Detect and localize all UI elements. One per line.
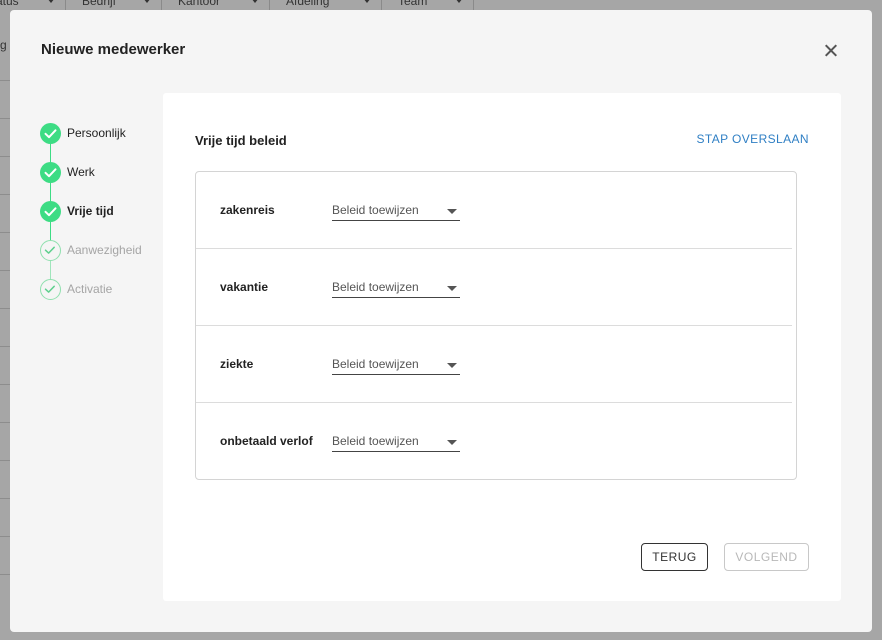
section-title: Vrije tijd beleid — [195, 133, 287, 148]
dropdown-arrow-icon — [447, 286, 457, 291]
bg-column-label: Afdeling — [286, 0, 330, 8]
check-circle-icon — [40, 162, 61, 183]
bg-row-divider — [0, 308, 10, 309]
step-label: Activatie — [67, 282, 113, 296]
dropdown-arrow-icon — [447, 440, 457, 445]
skip-step-link[interactable]: STAP OVERSLAAN — [696, 132, 809, 146]
bg-column-company: Bedrijf — [66, 0, 162, 10]
bg-row-divider — [0, 346, 10, 347]
step-aanwezigheid[interactable]: Aanwezigheid — [40, 240, 142, 280]
bg-row-divider — [0, 422, 10, 423]
bg-column-office: Kantoor — [162, 0, 270, 10]
policy-label: vakantie — [220, 280, 269, 294]
policy-select-zakenreis[interactable]: Beleid toewijzen — [332, 201, 460, 221]
back-button[interactable]: TERUG — [641, 543, 708, 571]
bg-row-divider — [0, 232, 10, 233]
step-connector — [50, 143, 51, 163]
bg-column-label: Team — [398, 0, 428, 8]
bg-column-department: Afdeling — [270, 0, 382, 10]
policy-label: ziekte — [220, 357, 254, 371]
policy-label: zakenreis — [220, 203, 275, 217]
policy-select-value: Beleid toewijzen — [332, 357, 419, 371]
bg-row-divider — [0, 270, 10, 271]
dropdown-arrow-icon — [447, 363, 457, 368]
step-vrije-tijd[interactable]: Vrije tijd — [40, 201, 142, 241]
step-connector — [50, 221, 51, 241]
step-werk[interactable]: Werk — [40, 162, 142, 202]
step-label: Werk — [67, 165, 95, 179]
step-content-panel: Vrije tijd beleid STAP OVERSLAAN zakenre… — [163, 93, 841, 601]
policy-card: zakenreis Beleid toewijzen vakantie Bele… — [195, 171, 797, 480]
bg-column-team: Team — [382, 0, 474, 10]
new-employee-dialog: Nieuwe medewerker Persoonlijk Werk Vrije… — [10, 10, 872, 632]
close-icon[interactable] — [821, 41, 841, 61]
dialog-title: Nieuwe medewerker — [41, 41, 186, 58]
bg-row-divider — [0, 80, 10, 81]
dropdown-arrow-icon — [447, 209, 457, 214]
bg-row-divider — [0, 574, 10, 575]
bg-column-label: Kantoor — [178, 0, 221, 8]
check-circle-outline-icon — [40, 240, 61, 261]
wizard-stepper: Persoonlijk Werk Vrije tijd Aanwezigheid — [40, 123, 142, 318]
policy-label: onbetaald verlof — [220, 434, 313, 448]
step-activatie[interactable]: Activatie — [40, 279, 142, 318]
step-connector — [50, 260, 51, 280]
step-persoonlijk[interactable]: Persoonlijk — [40, 123, 142, 163]
chevron-down-icon — [455, 0, 463, 3]
step-label: Vrije tijd — [67, 204, 114, 218]
bg-row-divider — [0, 536, 10, 537]
bg-row-divider — [0, 194, 10, 195]
policy-select-vakantie[interactable]: Beleid toewijzen — [332, 278, 460, 298]
background-table-header: atus Bedrijf Kantoor Afdeling Team — [0, 0, 480, 10]
policy-row-ziekte: ziekte Beleid toewijzen — [196, 326, 792, 403]
policy-select-onbetaald-verlof[interactable]: Beleid toewijzen — [332, 432, 460, 452]
policy-row-vakantie: vakantie Beleid toewijzen — [196, 249, 792, 326]
policy-select-value: Beleid toewijzen — [332, 434, 419, 448]
bg-column-status: atus — [0, 0, 66, 10]
chevron-down-icon — [251, 0, 259, 3]
step-connector — [50, 182, 51, 202]
policy-select-value: Beleid toewijzen — [332, 203, 419, 217]
check-circle-icon — [40, 123, 61, 144]
bg-row-divider — [0, 498, 10, 499]
step-label: Persoonlijk — [67, 126, 126, 140]
chevron-down-icon — [47, 0, 55, 3]
bg-row-divider — [0, 118, 10, 119]
step-label: Aanwezigheid — [67, 243, 142, 257]
policy-row-onbetaald-verlof: onbetaald verlof Beleid toewijzen — [196, 403, 792, 480]
bg-row-divider — [0, 384, 10, 385]
policy-select-value: Beleid toewijzen — [332, 280, 419, 294]
check-circle-outline-icon — [40, 279, 61, 300]
check-circle-icon — [40, 201, 61, 222]
bg-row-divider — [0, 156, 10, 157]
bg-column-label: atus — [0, 0, 19, 8]
chevron-down-icon — [143, 0, 151, 3]
bg-row-divider — [0, 460, 10, 461]
bg-column-label: Bedrijf — [82, 0, 117, 8]
policy-row-zakenreis: zakenreis Beleid toewijzen — [196, 172, 792, 249]
next-button[interactable]: VOLGEND — [724, 543, 809, 571]
policy-select-ziekte[interactable]: Beleid toewijzen — [332, 355, 460, 375]
chevron-down-icon — [363, 0, 371, 3]
bg-row-fragment: g — [0, 38, 7, 52]
